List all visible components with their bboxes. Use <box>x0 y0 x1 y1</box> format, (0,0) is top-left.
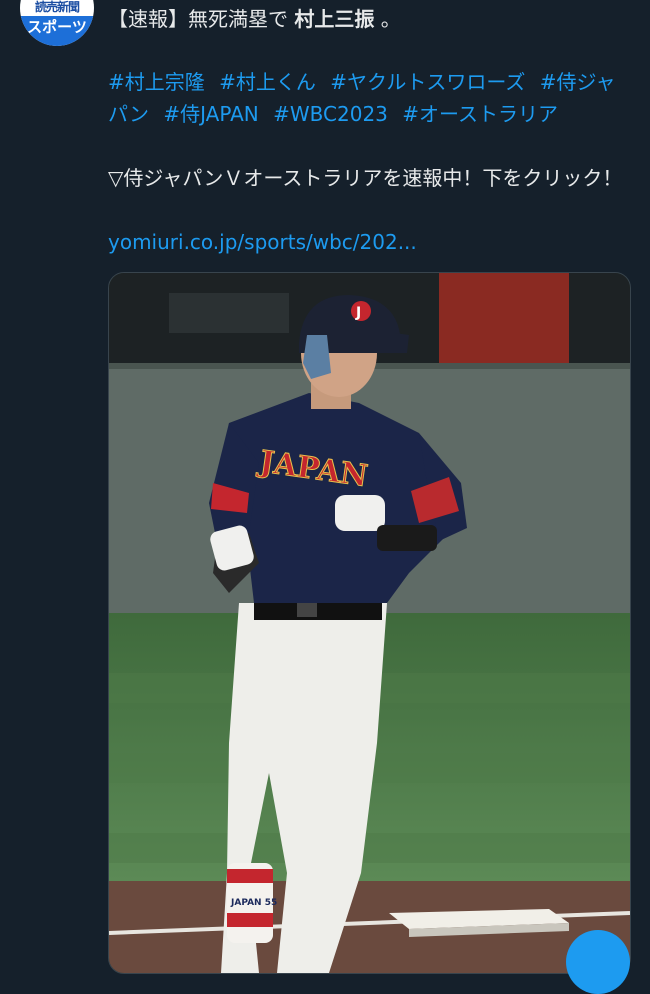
compose-button[interactable] <box>566 930 630 994</box>
hashtag-link[interactable]: #侍JAPAN <box>163 102 258 126</box>
helmet-logo: J <box>355 305 361 321</box>
tweet-body: ▽侍ジャパンＶオーストラリアを速報中！下をクリック！ <box>108 166 623 190</box>
baseball-player-photo: JAPAN 55 JAPAN J <box>109 273 630 973</box>
hashtag-list: #村上宗隆 #村上くん #ヤクルトスワローズ #侍ジャパン #侍JAPAN #W… <box>108 66 628 130</box>
tweet-photo[interactable]: JAPAN 55 JAPAN J <box>108 272 631 974</box>
avatar-sports-band: スポーツ <box>20 16 94 46</box>
account-avatar[interactable]: 読売新聞 スポーツ <box>20 0 94 46</box>
leg-guard-label: JAPAN 55 <box>230 898 277 908</box>
hashtag-link[interactable]: #村上宗隆 <box>108 70 205 94</box>
headline-suffix: 。 <box>374 7 401 31</box>
headline-prefix: 【速報】無死満塁で <box>108 7 295 31</box>
hashtag-link[interactable]: #WBC2023 <box>273 102 388 126</box>
avatar-wordmark: 読売新聞 <box>34 0 80 14</box>
hashtag-link[interactable]: #村上くん <box>219 70 316 94</box>
hashtag-link[interactable]: #オーストラリア <box>402 102 558 126</box>
headline-bold: 村上三振 <box>294 7 375 31</box>
tweet-headline: 【速報】無死満塁で 村上三振 。 <box>108 2 401 36</box>
article-link[interactable]: yomiuri.co.jp/sports/wbc/202... <box>108 226 417 258</box>
hashtag-link[interactable]: #ヤクルトスワローズ <box>330 70 525 94</box>
